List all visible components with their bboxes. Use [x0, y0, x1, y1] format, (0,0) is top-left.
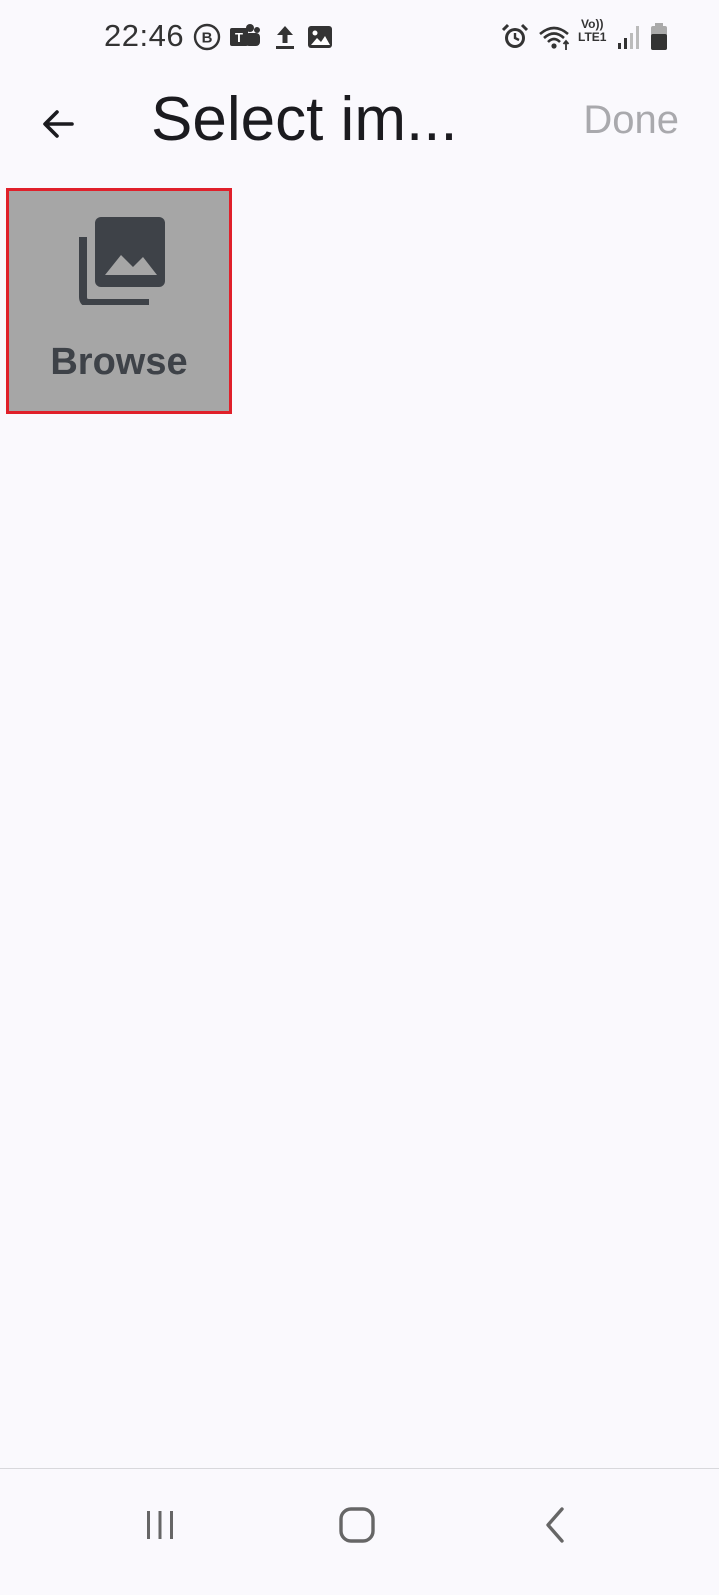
- home-icon: [339, 1507, 375, 1543]
- image-icon: [305, 22, 335, 52]
- recents-icon: [147, 1511, 173, 1539]
- home-button[interactable]: [327, 1495, 387, 1555]
- b-circle-icon: B: [192, 22, 222, 52]
- status-time: 22:46: [104, 18, 185, 53]
- status-bar: 22:46 B T Vo)) LTE1: [0, 0, 719, 80]
- volte-lte1-icon: Vo)) LTE1: [578, 18, 612, 54]
- alarm-icon: [500, 22, 530, 52]
- wifi-icon: [538, 22, 572, 52]
- navigation-bar: [0, 1469, 719, 1595]
- battery-icon: [648, 22, 670, 52]
- photo-library-icon: [77, 215, 167, 305]
- recents-button[interactable]: [130, 1495, 190, 1555]
- page-title: Select im...: [151, 85, 458, 154]
- arrow-back-icon: [43, 110, 74, 138]
- lte-label: LTE1: [578, 30, 607, 44]
- system-back-button[interactable]: [526, 1495, 586, 1555]
- svg-text:T: T: [235, 30, 243, 45]
- back-icon: [546, 1507, 564, 1543]
- teams-icon: T: [228, 22, 262, 52]
- signal-icon: [616, 22, 640, 52]
- upload-icon: [270, 22, 300, 52]
- browse-tile[interactable]: Browse: [6, 188, 232, 414]
- app-bar: Select im... Done: [0, 80, 719, 170]
- back-button[interactable]: [28, 94, 88, 154]
- svg-text:B: B: [202, 30, 213, 47]
- done-button[interactable]: Done: [583, 98, 679, 143]
- browse-label: Browse: [50, 341, 188, 383]
